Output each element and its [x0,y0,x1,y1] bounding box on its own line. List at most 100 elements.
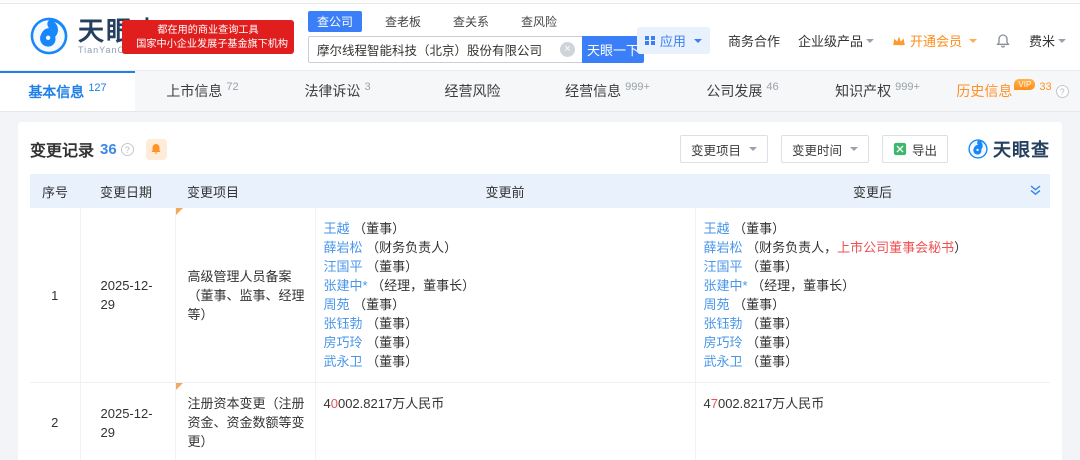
text-segment: 002.8217万人民币 [718,396,824,411]
search-area: 查公司查老板查关系查风险 × 天眼一下 [308,11,644,63]
tab-count: 999+ [625,81,650,93]
tab-2[interactable]: 上市信息72 [135,71,270,111]
tab-8[interactable]: 历史信息VIP33? [945,71,1080,111]
person-link[interactable]: 张钰勃 [704,316,743,331]
value-line: 47002.8217万人民币 [704,394,1043,413]
search-tab[interactable]: 查关系 [444,11,498,32]
collapse-double-chevron-icon[interactable] [1029,184,1042,200]
chevron-down-icon [850,147,858,151]
search-tab[interactable]: 查老板 [376,11,430,32]
search-input[interactable] [308,36,582,63]
tab-1[interactable]: 基本信息127 [0,71,135,111]
person-link[interactable]: 薛岩松 [704,240,743,255]
filter-change-item-button[interactable]: 变更项目 [680,135,768,163]
table-header-row: 序号变更日期变更项目变更前变更后 [30,174,1050,208]
tab-3[interactable]: 法律诉讼3 [270,71,405,111]
tab-count: 999+ [895,81,920,93]
text-segment: （董事） [743,259,799,274]
text-segment: 4 [324,396,331,411]
user-menu[interactable]: 费米 [1029,31,1066,50]
text-segment: （董事） [730,297,786,312]
value-line: 武永卫 （董事） [704,352,1043,371]
person-link[interactable]: 武永卫 [704,354,743,369]
text-segment: （财务负责人） [363,240,458,255]
info-icon: ? [1056,85,1069,98]
bell-icon [995,33,1011,49]
monitor-bell-button[interactable] [146,139,167,160]
section-actions: 变更项目 变更时间 导出 [680,135,1050,163]
top-header: 天眼查 TianYanCha.com 都在用的商业查询工具 国家中小企业发展子基… [0,0,1080,70]
col-header-col-before: 变更前 [315,174,695,208]
corner-marker-icon [176,208,183,215]
value-line: 王越 （董事） [704,219,1043,238]
person-link[interactable]: 张钰勃 [324,316,363,331]
tab-7[interactable]: 知识产权999+ [810,71,945,111]
search-button[interactable]: 天眼一下 [582,36,644,63]
filter-change-time-button[interactable]: 变更时间 [781,135,869,163]
page: 天眼查 TianYanCha.com 都在用的商业查询工具 国家中小企业发展子基… [0,0,1080,460]
content-area: 变更记录 36 ? 变更项目 变更时间 [0,112,1080,460]
section-header: 变更记录 36 ? 变更项目 变更时间 [30,134,1050,164]
person-link[interactable]: 汪国平 [324,259,363,274]
person-link[interactable]: 房巧玲 [324,335,363,350]
orange-bell-icon [150,143,162,155]
tab-label: 经营风险 [445,81,501,101]
text-segment: （财务负责人， [743,240,838,255]
text-segment: （董事） [363,316,419,331]
text-segment: （经理，董事长） [748,278,856,293]
person-link[interactable]: 薛岩松 [324,240,363,255]
text-segment: （董事） [743,354,799,369]
vip-badge: VIP [1014,79,1035,90]
vip-medal-icon [892,35,906,47]
person-link[interactable]: 王越 [704,221,730,236]
table-row: 12025-12-29高级管理人员备案（董事、监事、经理等）王越 （董事）薛岩松… [30,208,1050,383]
tab-label: 公司发展 [706,81,762,101]
person-link[interactable]: 周苑 [324,297,350,312]
after-cell: 47002.8217万人民币 [695,383,1050,460]
nav-business-coop[interactable]: 商务合作 [728,31,780,50]
clear-search-icon[interactable]: × [560,42,575,57]
tab-4[interactable]: 经营风险 [405,71,540,111]
text-segment: （董事） [350,221,406,236]
chevron-down-icon [866,39,874,43]
tab-label: 历史信息 [956,81,1012,101]
text-segment: （董事） [743,316,799,331]
changed-text: 7 [711,396,718,411]
person-link[interactable]: 周苑 [704,297,730,312]
after-cell: 王越 （董事）薛岩松 （财务负责人，上市公司董事会秘书）汪国平 （董事）张建中*… [695,208,1050,383]
person-link[interactable]: 房巧玲 [704,335,743,350]
tab-6[interactable]: 公司发展 46 [675,71,810,111]
notification-bell[interactable] [995,33,1011,49]
promo-line-1: 都在用的商业查询工具 [136,24,280,37]
text-segment: （董事） [350,297,406,312]
row-number: 2 [30,383,80,460]
search-tab[interactable]: 查公司 [308,11,362,32]
tab-5[interactable]: 经营信息999+ [540,71,675,111]
tab-count: 46 [766,81,778,93]
text-segment: （董事） [363,259,419,274]
change-item-cell: 高级管理人员备案（董事、监事、经理等） [175,208,315,383]
info-icon[interactable]: ? [121,143,134,156]
open-vip-link[interactable]: 开通会员 [892,31,977,50]
value-line: 王越 （董事） [324,219,687,238]
col-header-col-no: 序号 [30,174,80,208]
change-item: 高级管理人员备案（董事、监事、经理等） [188,269,305,322]
person-link[interactable]: 武永卫 [324,354,363,369]
apps-menu[interactable]: 应用 [637,27,710,54]
watermark-text: 天眼查 [993,136,1050,162]
value-line: 武永卫 （董事） [324,352,687,371]
col-header-col-date: 变更日期 [80,174,175,208]
search-tabs: 查公司查老板查关系查风险 [308,11,644,32]
nav-enterprise-products[interactable]: 企业级产品 [798,31,874,50]
row-number: 1 [30,208,80,383]
chevron-down-icon [969,39,977,43]
person-link[interactable]: 汪国平 [704,259,743,274]
watermark-logo-icon [967,138,989,160]
person-link[interactable]: 张建中* [324,278,368,293]
export-button[interactable]: 导出 [882,135,948,163]
col-header-col-after: 变更后 [695,174,1050,208]
person-link[interactable]: 张建中* [704,278,748,293]
apps-label: 应用 [660,31,686,50]
search-tab[interactable]: 查风险 [512,11,566,32]
person-link[interactable]: 王越 [324,221,350,236]
